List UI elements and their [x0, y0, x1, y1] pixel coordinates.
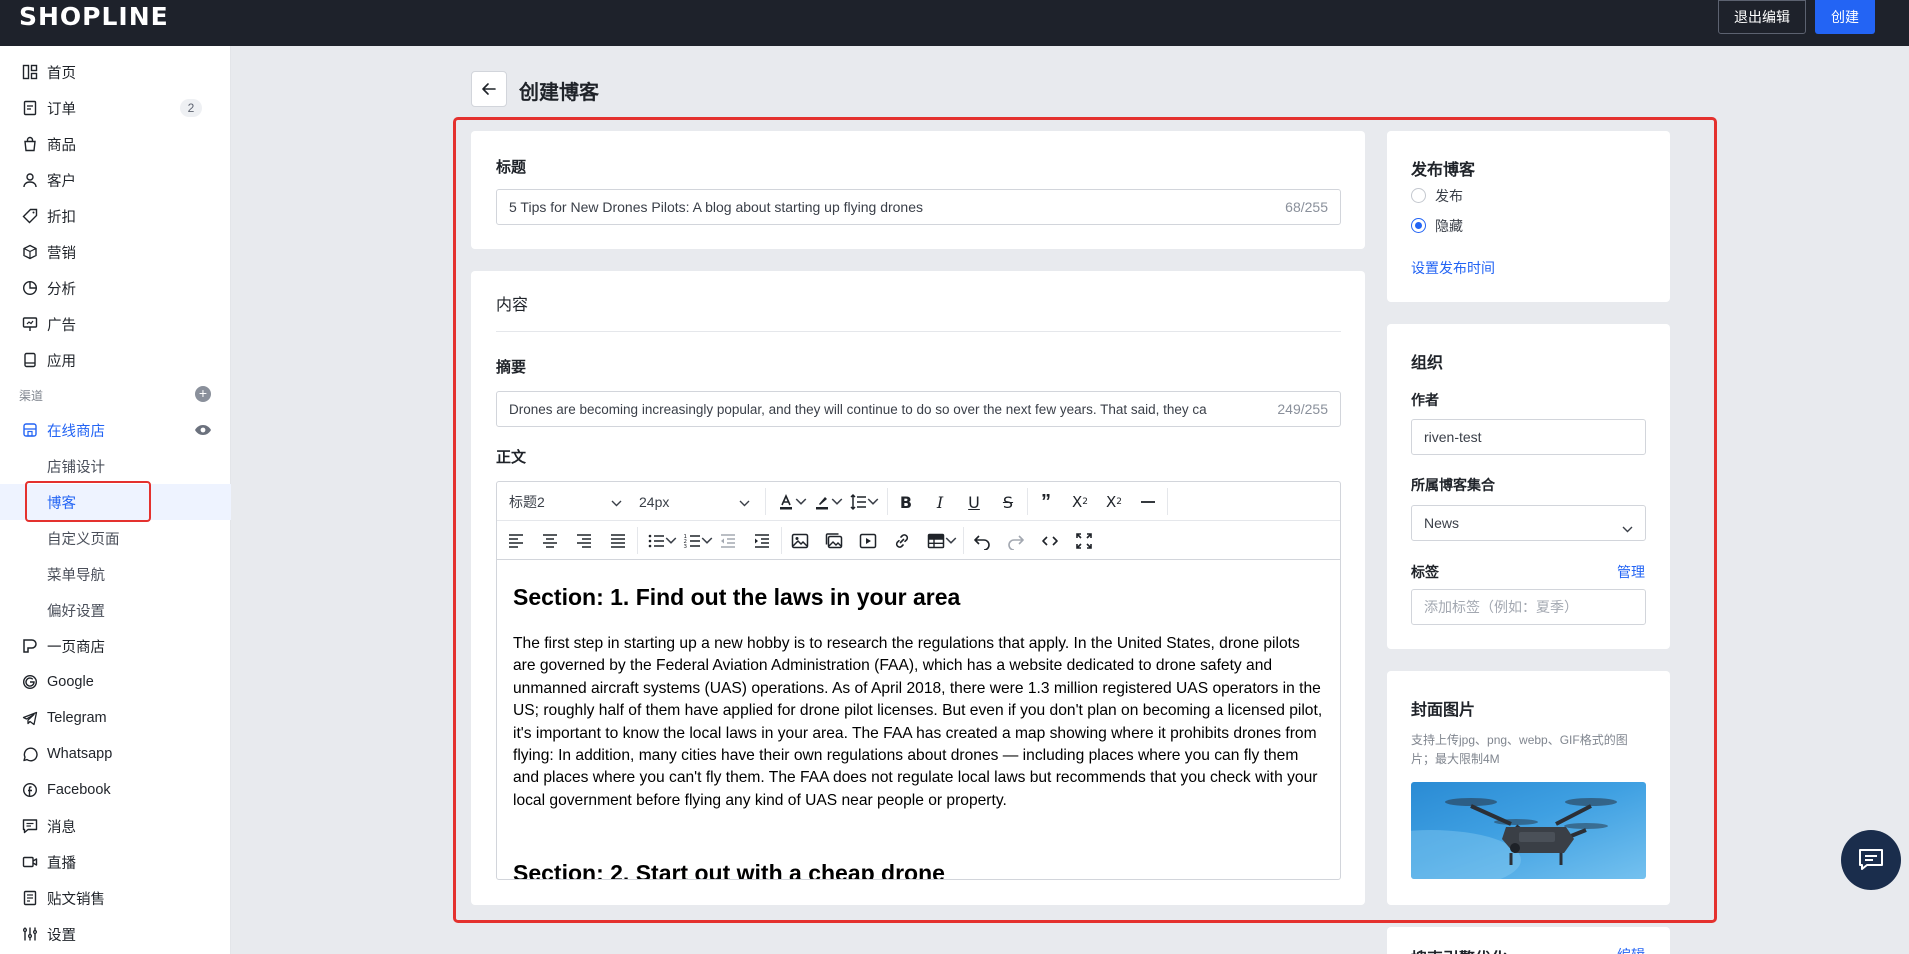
- sidebar-item-ads[interactable]: 广告: [0, 306, 231, 342]
- sidebar-item-analytics[interactable]: 分析: [0, 270, 231, 306]
- tag-icon: [22, 208, 38, 224]
- sidebar-item-label: 菜单导航: [47, 567, 105, 584]
- add-channel-icon[interactable]: +: [195, 386, 211, 402]
- message-icon: [22, 818, 38, 834]
- one-page-icon: [22, 638, 38, 654]
- sidebar-item-customers[interactable]: 客户: [0, 162, 231, 198]
- order-count-badge: 2: [180, 99, 202, 117]
- sidebar-item-apps[interactable]: 应用: [0, 342, 231, 378]
- sidebar-item-label: 在线商店: [47, 423, 105, 440]
- sidebar-item-label: 店铺设计: [47, 459, 105, 476]
- sidebar-item-whatsapp[interactable]: Whatsapp: [0, 736, 231, 772]
- arrow-left-icon: [482, 83, 496, 95]
- sidebar-item-label: 应用: [47, 353, 76, 370]
- sidebar-item-discounts[interactable]: 折扣: [0, 198, 231, 234]
- sidebar-item-label: 自定义页面: [47, 531, 120, 548]
- sidebar-item-label: 客户: [47, 173, 76, 190]
- sidebar-item-label: 设置: [47, 927, 76, 944]
- page-title: 创建博客: [519, 82, 599, 104]
- store-icon: [22, 422, 38, 438]
- sidebar-item-label: Telegram: [47, 710, 107, 726]
- sidebar-item-facebook[interactable]: Facebook: [0, 772, 231, 808]
- sidebar-item-post-sales[interactable]: 贴文销售: [0, 880, 231, 916]
- settings-icon: [22, 926, 38, 942]
- blog-highlight-box: [25, 481, 151, 522]
- sidebar-item-label: 折扣: [47, 209, 76, 226]
- sidebar-item-marketing[interactable]: 营销: [0, 234, 231, 270]
- sidebar-item-google[interactable]: Google: [0, 664, 231, 700]
- post-icon: [22, 890, 38, 906]
- cube-icon: [22, 244, 38, 260]
- sidebar-item-label: 偏好设置: [47, 603, 105, 620]
- chat-icon: [1859, 849, 1883, 870]
- shopline-logo[interactable]: SHOPLINE: [19, 2, 169, 31]
- google-icon: [22, 674, 38, 690]
- seo-edit-link[interactable]: 编辑: [1617, 945, 1645, 954]
- order-icon: [22, 100, 38, 116]
- sidebar-item-label: 直播: [47, 855, 76, 872]
- sidebar-item-online-store[interactable]: 在线商店: [0, 412, 231, 448]
- sidebar-item-label: 消息: [47, 819, 76, 836]
- sidebar-item-label: 一页商店: [47, 639, 105, 656]
- top-bar: SHOPLINE 退出编辑 创建: [0, 0, 1909, 46]
- bag-icon: [22, 136, 38, 152]
- sidebar-item-label: 分析: [47, 281, 76, 298]
- live-icon: [22, 854, 38, 870]
- seo-title: 搜索引擎优化: [1411, 945, 1507, 954]
- sidebar-item-label: 首页: [47, 65, 76, 82]
- ad-icon: [22, 316, 38, 332]
- seo-card: 搜索引擎优化 编辑: [1387, 927, 1670, 954]
- sidebar-item-store-design[interactable]: 店铺设计: [0, 448, 231, 484]
- eye-icon[interactable]: [194, 424, 212, 436]
- sidebar-item-label: 营销: [47, 245, 76, 262]
- sidebar-item-messages[interactable]: 消息: [0, 808, 231, 844]
- app-icon: [22, 352, 38, 368]
- sidebar-item-products[interactable]: 商品: [0, 126, 231, 162]
- sidebar-item-home[interactable]: 首页: [0, 54, 231, 90]
- chat-button[interactable]: [1841, 830, 1901, 890]
- whatsapp-icon: [22, 746, 38, 762]
- sidebar-item-label: Whatsapp: [47, 746, 113, 762]
- sidebar-item-label: 贴文销售: [47, 891, 105, 908]
- sidebar-item-settings[interactable]: 设置: [0, 916, 231, 952]
- sidebar-item-label: 订单: [47, 101, 76, 118]
- main-highlight-frame: [453, 117, 1717, 923]
- sidebar-item-live[interactable]: 直播: [0, 844, 231, 880]
- telegram-icon: [22, 710, 38, 726]
- sidebar-item-custom-pages[interactable]: 自定义页面: [0, 520, 231, 556]
- sidebar-item-one-page-store[interactable]: 一页商店: [0, 628, 231, 664]
- create-button[interactable]: 创建: [1815, 0, 1875, 34]
- sidebar-item-label: Facebook: [47, 782, 111, 798]
- channel-section-label: 渠道: [19, 389, 44, 403]
- back-button[interactable]: [471, 71, 507, 107]
- facebook-icon: [22, 782, 38, 798]
- sidebar-item-label: 广告: [47, 317, 76, 334]
- sidebar-item-menu-nav[interactable]: 菜单导航: [0, 556, 231, 592]
- user-icon: [22, 172, 38, 188]
- pie-icon: [22, 280, 38, 296]
- sidebar-item-preferences[interactable]: 偏好设置: [0, 592, 231, 628]
- sidebar-item-orders[interactable]: 订单 2: [0, 90, 231, 126]
- sidebar-item-telegram[interactable]: Telegram: [0, 700, 231, 736]
- sidebar-item-label: 商品: [47, 137, 76, 154]
- exit-edit-button[interactable]: 退出编辑: [1718, 0, 1806, 34]
- sidebar-item-label: Google: [47, 674, 94, 690]
- home-icon: [22, 64, 38, 80]
